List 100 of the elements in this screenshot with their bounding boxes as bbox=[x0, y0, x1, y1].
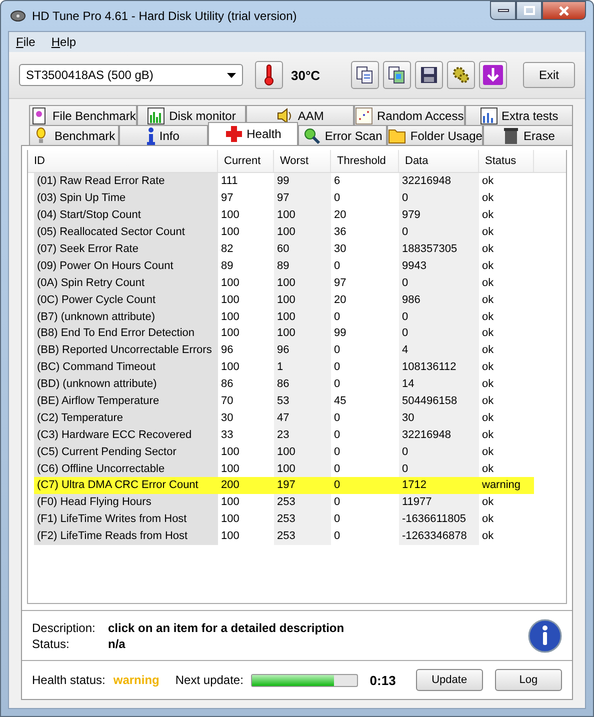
table-cell: (07) Seek Error Rate bbox=[34, 240, 218, 258]
gears-icon[interactable] bbox=[447, 61, 475, 89]
table-cell: 30 bbox=[399, 409, 479, 426]
table-cell-text: ok bbox=[481, 208, 495, 224]
table-cell: (F1) LifeTime Writes from Host bbox=[34, 510, 218, 528]
thermometer-icon bbox=[264, 64, 274, 86]
minimize-button[interactable] bbox=[490, 1, 516, 20]
table-cell: 0 bbox=[399, 308, 479, 326]
table-cell: 100 bbox=[274, 325, 331, 342]
column-header[interactable]: Data bbox=[399, 150, 479, 172]
table-cell: (C5) Current Pending Sector bbox=[34, 443, 218, 460]
tab[interactable]: Folder Usage bbox=[387, 125, 484, 145]
table-cell-text: 0 bbox=[333, 410, 342, 426]
tab[interactable]: Error Scan bbox=[298, 125, 388, 145]
download-icon[interactable] bbox=[479, 61, 507, 89]
document-icon bbox=[30, 106, 48, 124]
table-cell: 86 bbox=[274, 376, 331, 393]
info-icon[interactable] bbox=[528, 618, 562, 652]
thermometer-button[interactable] bbox=[255, 61, 283, 89]
table-cell-text: ok bbox=[481, 343, 495, 358]
table-cell: 0 bbox=[399, 443, 479, 460]
table-cell: (BB) Reported Uncorrectable Errors bbox=[34, 342, 218, 359]
table-cell: 0 bbox=[399, 224, 479, 241]
table-cell-text: 0 bbox=[333, 310, 342, 325]
footer-button[interactable]: Update bbox=[416, 669, 483, 691]
tab[interactable]: Info bbox=[118, 125, 208, 145]
table-cell: 60 bbox=[274, 240, 331, 258]
tab[interactable]: Erase bbox=[483, 125, 574, 145]
table-cell: 96 bbox=[274, 342, 331, 359]
table-cell-text: 100 bbox=[220, 292, 240, 308]
table-cell: 89 bbox=[274, 257, 331, 274]
footer-button[interactable]: Log bbox=[494, 669, 562, 691]
detail-label: Description: bbox=[32, 620, 96, 634]
detail-value: n/a bbox=[108, 636, 126, 650]
table-cell-text: ok bbox=[481, 292, 495, 308]
table-cell-text: ok bbox=[481, 225, 495, 240]
table-cell: (BC) Command Timeout bbox=[34, 358, 218, 376]
table-cell-text: 89 bbox=[220, 258, 234, 274]
table-cell-text: 30 bbox=[333, 242, 348, 257]
column-header[interactable]: Status bbox=[479, 150, 534, 172]
table-cell: (03) Spin Up Time bbox=[34, 190, 218, 207]
drive-dropdown[interactable]: ST3500418AS (500 gB) bbox=[19, 64, 243, 86]
column-header[interactable]: Threshold bbox=[331, 150, 399, 172]
maximize-button[interactable] bbox=[516, 1, 542, 20]
column-header[interactable]: Worst bbox=[274, 150, 331, 172]
table-cell: 0 bbox=[399, 274, 479, 292]
tab[interactable]: File Benchmark bbox=[29, 105, 138, 125]
tab[interactable]: Health bbox=[208, 122, 298, 145]
table-cell-text: 100 bbox=[220, 512, 240, 528]
column-header[interactable]: ID bbox=[28, 150, 218, 172]
menu-item[interactable]: Help bbox=[51, 35, 76, 49]
table-cell-text: 0 bbox=[333, 444, 342, 460]
tab[interactable]: Extra tests bbox=[464, 105, 574, 125]
table-cell: 100 bbox=[274, 206, 331, 224]
tab[interactable]: Disk monitor bbox=[137, 105, 246, 125]
table-cell-text: 100 bbox=[220, 326, 240, 342]
tab[interactable]: AAM bbox=[246, 105, 354, 125]
table-cell: 1 bbox=[274, 358, 331, 376]
table-cell-text: ok bbox=[481, 310, 495, 325]
table-cell-text: ok bbox=[481, 394, 495, 410]
menu-item[interactable]: File bbox=[16, 35, 36, 49]
table-cell: 11977 bbox=[399, 494, 479, 511]
exit-button[interactable]: Exit bbox=[523, 62, 575, 88]
save-icon[interactable] bbox=[415, 61, 443, 89]
table-cell: 0 bbox=[331, 477, 399, 494]
table-cell-text: ok bbox=[481, 360, 495, 376]
close-button[interactable] bbox=[542, 1, 586, 20]
table-cell-text: 100 bbox=[220, 208, 240, 224]
table-cell: (0C) Power Cycle Count bbox=[34, 291, 218, 308]
table-cell: (C3) Hardware ECC Recovered bbox=[34, 426, 218, 444]
table-cell-text: ok bbox=[481, 410, 495, 426]
table-cell: 253 bbox=[274, 528, 331, 545]
tab[interactable]: Random Access bbox=[354, 105, 465, 125]
table-cell-text: ok bbox=[481, 242, 495, 257]
table-cell-text: ok bbox=[481, 276, 495, 291]
table-cell: (F0) Head Flying Hours bbox=[34, 494, 218, 511]
copy-icon[interactable] bbox=[383, 61, 411, 89]
table-cell-text: ok bbox=[481, 174, 495, 190]
table-cell: 253 bbox=[274, 494, 331, 511]
column-header[interactable]: Current bbox=[218, 150, 274, 172]
table-cell: (F2) LifeTime Reads from Host bbox=[34, 528, 218, 545]
table-cell-text: 36 bbox=[333, 225, 348, 240]
table-cell: (C7) Ultra DMA CRC Error Count bbox=[34, 477, 218, 494]
health-status-label: Health status: bbox=[32, 673, 106, 687]
info-icon bbox=[147, 126, 156, 144]
table-cell: -1636611805 bbox=[399, 510, 479, 528]
copy-icon[interactable] bbox=[351, 61, 379, 89]
table-cell-text: ok bbox=[481, 462, 495, 477]
table-cell: (BE) Airflow Temperature bbox=[34, 392, 218, 410]
tab[interactable]: Benchmark bbox=[29, 125, 119, 145]
table-cell: 188357305 bbox=[399, 240, 479, 258]
table-cell-text: 0 bbox=[333, 258, 342, 274]
table-cell: 197 bbox=[274, 477, 331, 494]
table-cell-text: 0 bbox=[333, 495, 342, 510]
table-cell-text: 82 bbox=[220, 242, 234, 257]
table-cell: (01) Raw Read Error Rate bbox=[34, 173, 218, 190]
table-cell: 0 bbox=[399, 325, 479, 342]
table-cell: (C2) Temperature bbox=[34, 409, 218, 426]
table-cell: 97 bbox=[274, 190, 331, 207]
table-cell: 53 bbox=[274, 392, 331, 410]
